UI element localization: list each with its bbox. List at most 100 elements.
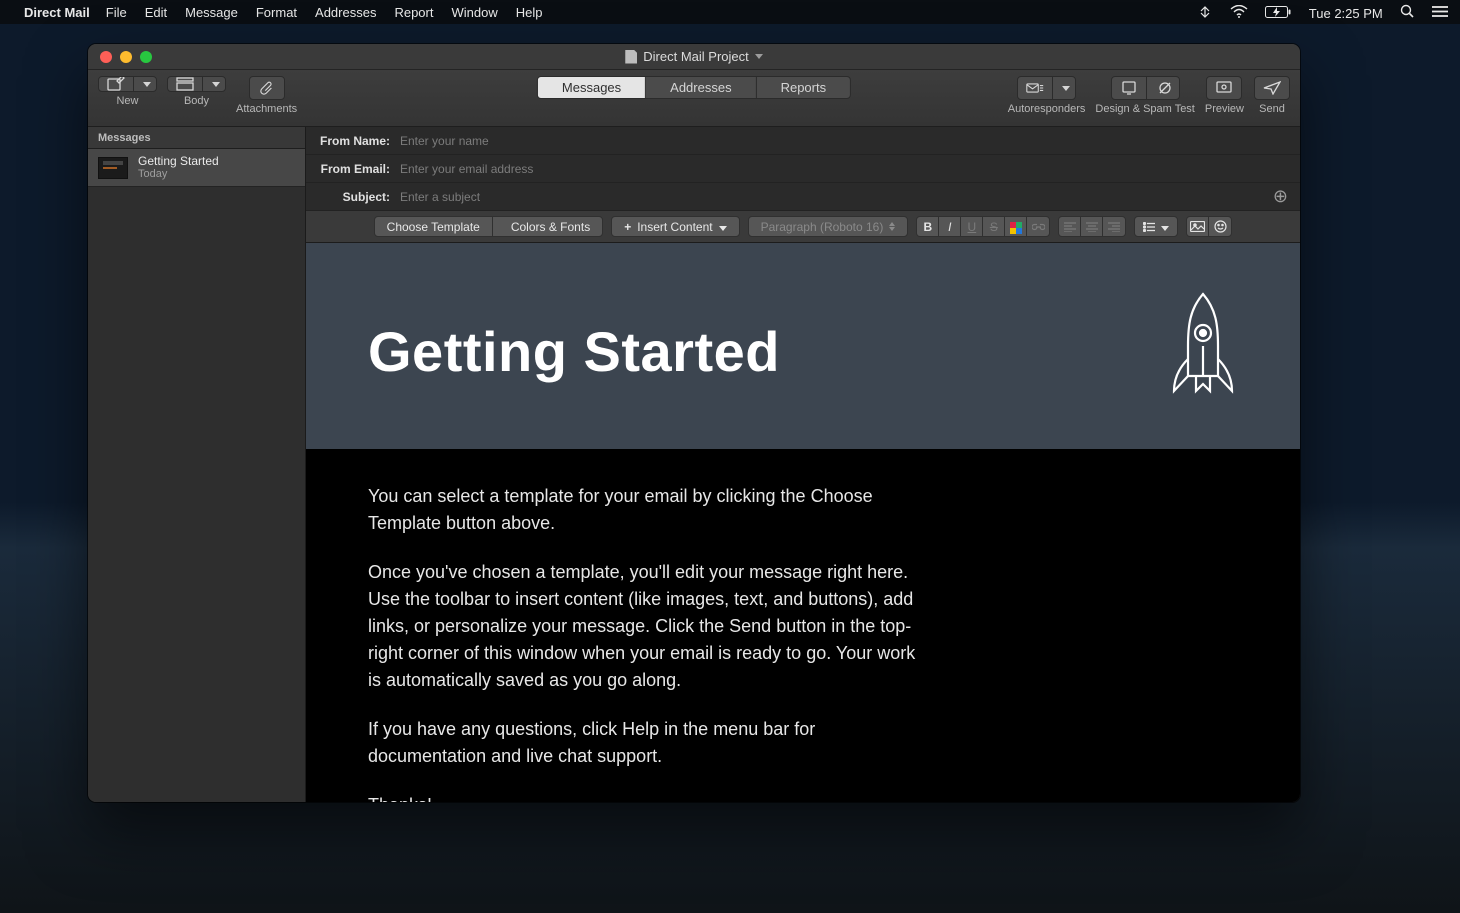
paragraph-style-selector[interactable]: Paragraph (Roboto 16) — [748, 216, 909, 237]
toolbar-attachments-group: Attachments — [236, 76, 297, 115]
window-title[interactable]: Direct Mail Project — [88, 49, 1300, 64]
layout-icon — [168, 77, 203, 91]
paragraph-style-label: Paragraph (Roboto 16) — [761, 220, 884, 234]
image-button[interactable] — [1187, 217, 1209, 236]
autoresponders-button[interactable] — [1017, 76, 1076, 100]
menubar-status-area: Tue 2:25 PM — [1184, 4, 1448, 21]
align-left-button[interactable] — [1059, 217, 1081, 236]
document-icon — [625, 50, 637, 64]
hero-title: Getting Started — [368, 319, 780, 384]
battery-icon[interactable] — [1265, 6, 1291, 18]
toolbar-new-label: New — [116, 95, 138, 107]
chevron-down-icon — [207, 82, 225, 87]
hero-section: Getting Started — [306, 243, 1300, 449]
window-title-text: Direct Mail Project — [643, 49, 748, 64]
add-field-button[interactable]: ⊕ — [1273, 186, 1288, 207]
toolbar-attachments-label: Attachments — [236, 103, 297, 115]
tab-messages[interactable]: Messages — [538, 77, 646, 98]
paperclip-icon — [258, 81, 276, 95]
text-color-button[interactable] — [1005, 217, 1027, 237]
menu-help[interactable]: Help — [516, 5, 543, 20]
align-center-button[interactable] — [1081, 217, 1103, 236]
sidebar-item-title: Getting Started — [138, 155, 219, 168]
view-segmented-control: Messages Addresses Reports — [537, 76, 851, 99]
attachments-button[interactable] — [249, 76, 285, 100]
chevron-down-icon — [1161, 220, 1169, 234]
message-thumbnail — [98, 157, 128, 179]
notification-center-icon[interactable] — [1432, 5, 1448, 18]
send-button[interactable] — [1254, 76, 1290, 100]
design-spam-button[interactable] — [1111, 76, 1180, 100]
new-button[interactable] — [98, 76, 157, 92]
toolbar-body-group: Body — [167, 76, 226, 107]
paragraph-3: If you have any questions, click Help in… — [368, 716, 924, 770]
tab-reports[interactable]: Reports — [757, 77, 851, 98]
window-titlebar[interactable]: Direct Mail Project — [88, 44, 1300, 70]
toolbar-send-group: Send — [1254, 76, 1290, 115]
link-button[interactable] — [1027, 217, 1049, 236]
menu-addresses[interactable]: Addresses — [315, 5, 376, 20]
send-icon — [1263, 81, 1281, 95]
preview-button[interactable] — [1206, 76, 1242, 100]
from-name-label: From Name: — [318, 134, 390, 148]
subject-input[interactable]: Enter a subject — [400, 190, 1273, 204]
media-group — [1186, 216, 1232, 237]
bold-button[interactable]: B — [917, 217, 939, 236]
choose-template-button[interactable]: Choose Template — [375, 217, 493, 236]
menu-report[interactable]: Report — [394, 5, 433, 20]
chevron-down-icon — [719, 220, 727, 234]
app-window: Direct Mail Project New Body — [88, 44, 1300, 802]
tab-addresses[interactable]: Addresses — [646, 77, 756, 98]
from-name-input[interactable]: Enter your name — [400, 134, 1288, 148]
compose-icon — [99, 77, 134, 91]
toolbar-autoresponders-group: Autoresponders — [1008, 76, 1086, 115]
chevron-down-icon — [1057, 77, 1075, 99]
menu-file[interactable]: File — [106, 5, 127, 20]
toolbar-body-label: Body — [184, 95, 209, 107]
app-toolbar: New Body Attachments Messages Addresses … — [88, 70, 1300, 127]
menubar-app-name[interactable]: Direct Mail — [24, 5, 90, 20]
rocket-icon — [1168, 291, 1238, 411]
signature: Thanks! The Direct Mail Team directmailm… — [368, 792, 924, 802]
plus-icon: + — [624, 220, 631, 234]
menu-window[interactable]: Window — [451, 5, 497, 20]
italic-button[interactable]: I — [939, 217, 961, 236]
stepper-icon — [889, 222, 895, 231]
macos-menubar: Direct Mail File Edit Message Format Add… — [0, 0, 1460, 24]
message-canvas[interactable]: Getting Started You can select a templat… — [306, 243, 1300, 802]
emoji-button[interactable] — [1209, 217, 1231, 236]
design-test-icon — [1112, 77, 1147, 99]
paragraph-2: Once you've chosen a template, you'll ed… — [368, 559, 924, 694]
spotlight-icon[interactable] — [1400, 4, 1414, 18]
chevron-down-icon — [755, 51, 763, 62]
wifi-icon[interactable] — [1230, 5, 1248, 18]
body-button[interactable] — [167, 76, 226, 92]
chevron-down-icon — [138, 82, 156, 87]
insert-content-button[interactable]: + Insert Content — [611, 216, 739, 237]
template-colors-segment: Choose Template Colors & Fonts — [374, 216, 604, 237]
sidebar-item-getting-started[interactable]: Getting Started Today — [88, 149, 305, 187]
from-email-row: From Email: Enter your email address — [306, 155, 1300, 183]
align-right-button[interactable] — [1103, 217, 1125, 236]
toolbar-preview-group: Preview — [1205, 76, 1244, 115]
format-toolbar: Choose Template Colors & Fonts + Insert … — [306, 211, 1300, 243]
from-email-input[interactable]: Enter your email address — [400, 162, 1288, 176]
colors-fonts-button[interactable]: Colors & Fonts — [499, 217, 602, 236]
menu-format[interactable]: Format — [256, 5, 297, 20]
toolbar-send-label: Send — [1259, 103, 1285, 115]
menu-message[interactable]: Message — [185, 5, 238, 20]
underline-button[interactable]: U — [961, 217, 983, 236]
paragraph-1: You can select a template for your email… — [368, 483, 924, 537]
subject-label: Subject: — [318, 190, 390, 204]
thanks-text: Thanks! — [368, 795, 432, 802]
from-name-row: From Name: Enter your name — [306, 127, 1300, 155]
toolbar-preview-label: Preview — [1205, 103, 1244, 115]
strikethrough-button[interactable]: S — [983, 217, 1005, 236]
from-email-label: From Email: — [318, 162, 390, 176]
sidebar-item-subtitle: Today — [138, 168, 219, 180]
menubar-clock[interactable]: Tue 2:25 PM — [1309, 6, 1383, 21]
toolbar-design-spam-group: Design & Spam Test — [1095, 76, 1194, 115]
list-button[interactable] — [1134, 216, 1178, 237]
fast-user-switch-icon[interactable] — [1198, 6, 1212, 18]
menu-edit[interactable]: Edit — [145, 5, 167, 20]
